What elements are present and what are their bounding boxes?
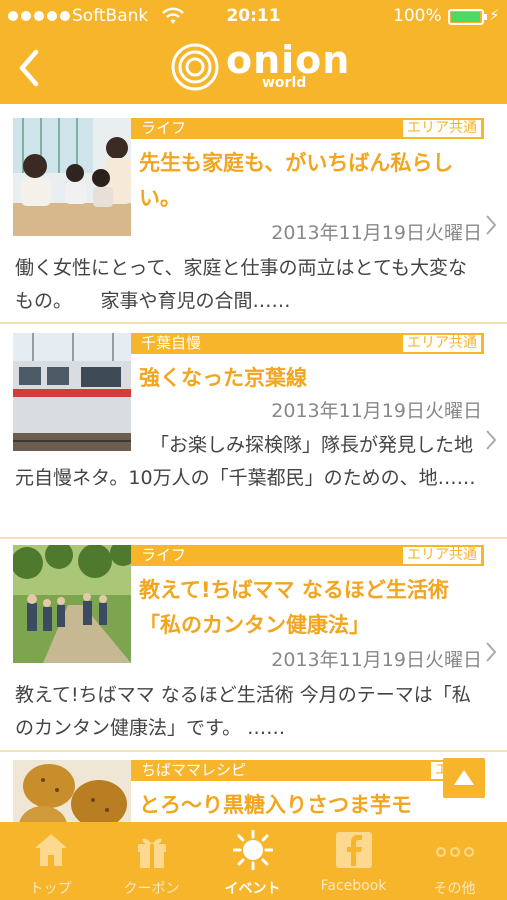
article-description: 働く女性にとって、家庭と仕事の両立はとても大変なもの。 家事や育児の合間…… [15,257,468,312]
more-icon [436,847,474,857]
tab-label: イベント [224,881,281,897]
back-button[interactable] [12,46,46,90]
tab-more[interactable]: その他 [404,822,505,900]
article-date: 2013年11月19日火曜日 [271,649,482,671]
article-title: 強くなった京葉線 [139,366,307,390]
article-item[interactable]: ライフ エリア共通 教えて!ちばママ なるほど生活術「私のカンタン健康法」 20… [0,545,507,752]
article-category: ライフ [141,119,187,137]
article-category: ちばママレシピ [141,761,247,779]
battery-icon [448,9,487,25]
article-area-badge: エリア共通 [403,120,481,137]
onion-logo-icon [171,43,219,91]
battery-percent: 100% [393,6,442,26]
charging-icon: ⚡ [489,6,500,24]
article-thumbnail [13,760,131,822]
tab-event[interactable]: イベント [202,822,303,900]
article-tag-bar: ライフ エリア共通 [131,118,484,139]
tab-label: トップ [29,881,72,897]
home-icon [35,834,67,866]
chevron-right-icon [486,430,497,450]
facebook-icon [336,832,372,868]
article-category: 千葉自慢 [141,334,202,352]
tab-label: クーポン [123,881,180,897]
logo-subtext: world [262,75,307,91]
article-area-badge: エリア共通 [403,335,481,352]
article-description: 教えて!ちばママ なるほど生活術 今月のテーマは「私のカンタン健康法」です。 …… [15,684,471,739]
article-title: とろ〜り黒糖入りさつま芋モ [139,793,412,817]
scroll-to-top-button[interactable] [443,758,485,798]
article-item[interactable]: ライフ エリア共通 先生も家庭も、がいちばん私らしい。 2013年11月19日火… [0,118,507,324]
tab-label: Facebook [320,878,387,894]
tab-top[interactable]: トップ [0,822,101,900]
article-date: 2013年11月19日火曜日 [271,222,482,244]
article-list: ライフ エリア共通 先生も家庭も、がいちばん私らしい。 2013年11月19日火… [0,104,507,822]
article-tag-bar: ちばママレシピ エリア [131,760,484,781]
tab-label: その他 [433,881,476,897]
sun-icon [233,830,273,870]
article-title: 教えて!ちばママ なるほど生活術「私のカンタン健康法」 [139,578,449,637]
chevron-right-icon [486,215,497,235]
tab-facebook[interactable]: Facebook [303,822,404,900]
article-description: 「お楽しみ探検隊」隊長が発見した地元自慢ネタ。10万人の「千葉都民」のための、地… [15,434,476,489]
article-item[interactable]: ちばママレシピ エリア とろ〜り黒糖入りさつま芋モ [0,760,507,822]
tab-bar: トップ クーポン イベント Facebook その他 [0,822,507,900]
tab-coupon[interactable]: クーポン [101,822,202,900]
app-header: SoftBank 20:11 100% ⚡ onion world [0,0,507,104]
article-title: 先生も家庭も、がいちばん私らしい。 [139,151,454,210]
article-tag-bar: ライフ エリア共通 [131,545,484,566]
article-category: ライフ [141,546,187,564]
app-logo: onion world [170,38,349,94]
status-bar: SoftBank 20:11 100% ⚡ [0,0,507,36]
chevron-right-icon [486,642,497,662]
article-tag-bar: 千葉自慢 エリア共通 [131,333,484,354]
article-item[interactable]: 千葉自慢 エリア共通 強くなった京葉線 2013年11月19日火曜日 「お楽しみ… [0,333,507,539]
gift-icon [138,838,166,868]
article-thumbnail [13,545,131,663]
article-area-badge: エリア共通 [403,547,481,564]
article-thumbnail [13,118,131,236]
article-date: 2013年11月19日火曜日 [271,400,482,422]
